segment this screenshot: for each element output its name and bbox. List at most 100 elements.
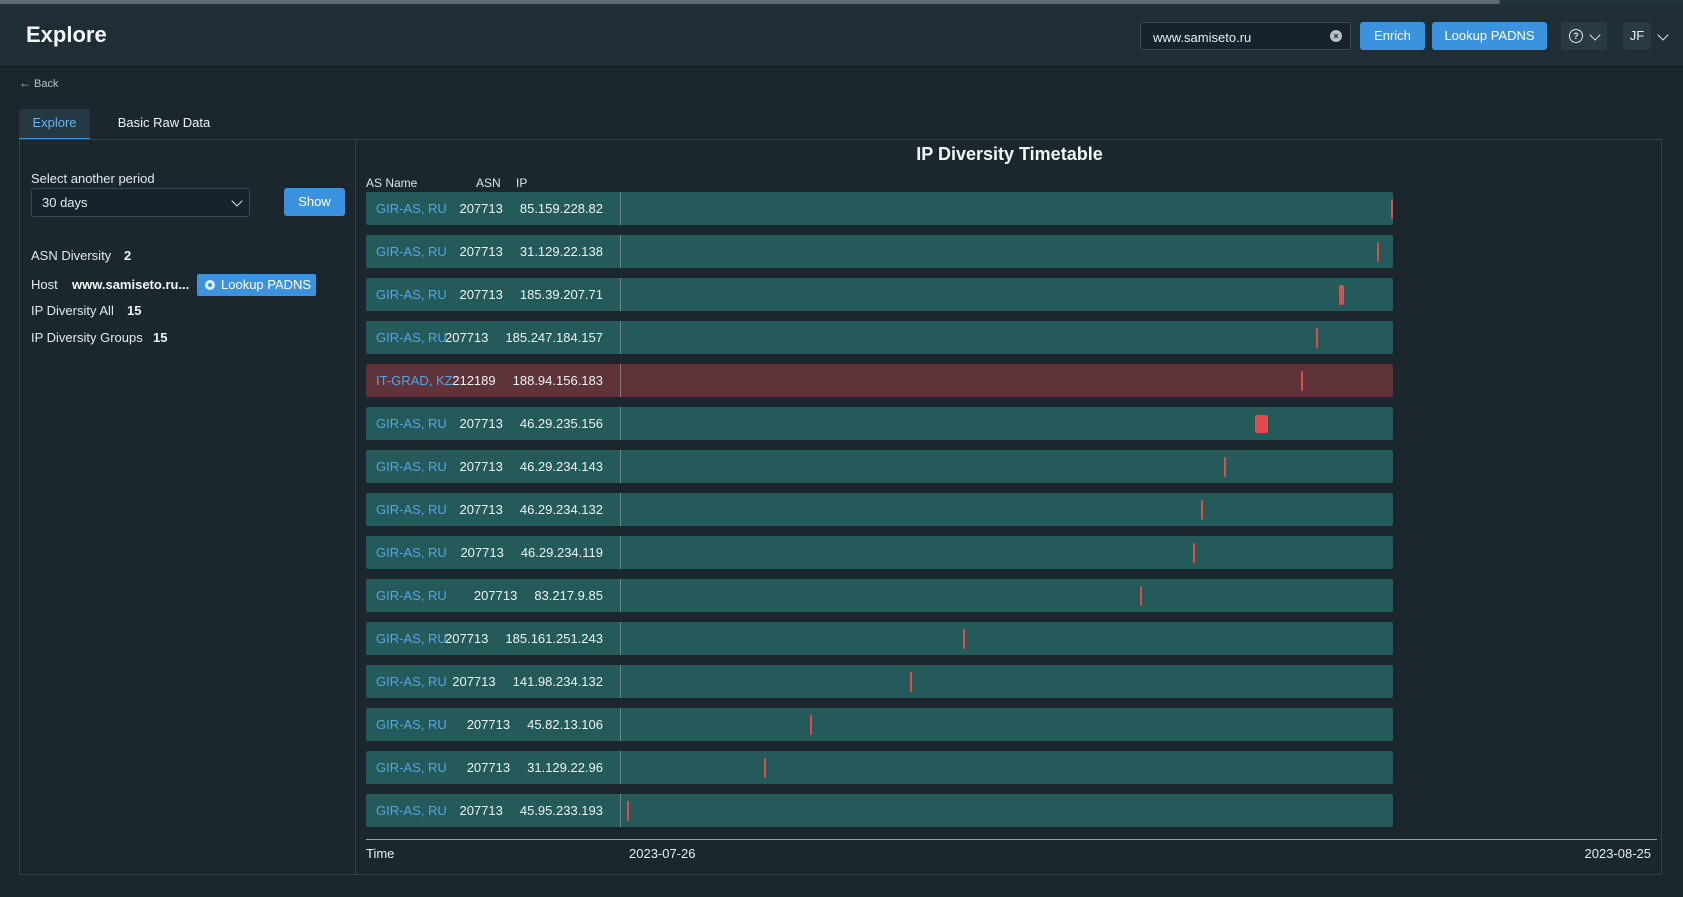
asn-cell: 207713 bbox=[473, 588, 518, 603]
activity-mark[interactable] bbox=[1338, 284, 1344, 305]
activity-mark[interactable] bbox=[1300, 370, 1303, 391]
period-select[interactable]: 30 days bbox=[31, 188, 250, 217]
as-name-link[interactable]: GIR-AS, RU bbox=[376, 545, 447, 560]
ip-cell: 45.82.13.106 bbox=[527, 717, 603, 732]
as-name-link[interactable]: GIR-AS, RU bbox=[376, 803, 447, 818]
activity-mark[interactable] bbox=[909, 671, 912, 692]
ip-cell: 31.129.22.138 bbox=[519, 244, 603, 259]
activity-mark[interactable] bbox=[1391, 198, 1393, 219]
table-row[interactable]: GIR-AS, RU 207713 46.29.235.156 bbox=[366, 407, 1393, 440]
filter-panel: Select another period 30 days Show ASN D… bbox=[19, 139, 355, 875]
activity-mark[interactable] bbox=[809, 714, 812, 735]
table-row[interactable]: GIR-AS, RU 207713 185.247.184.157 bbox=[366, 321, 1393, 354]
col-header-as-name: AS Name bbox=[366, 176, 418, 190]
as-name-link[interactable]: GIR-AS, RU bbox=[376, 416, 447, 431]
as-name-link[interactable]: GIR-AS, RU bbox=[376, 287, 447, 302]
ip-cell: 188.94.156.183 bbox=[512, 373, 603, 388]
table-row[interactable]: GIR-AS, RU 207713 31.129.22.96 bbox=[366, 751, 1393, 784]
as-name-link[interactable]: GIR-AS, RU bbox=[376, 201, 447, 216]
ip-cell: 185.161.251.243 bbox=[505, 631, 603, 646]
as-name-link[interactable]: IT-GRAD, KZ bbox=[376, 373, 453, 388]
table-row[interactable]: GIR-AS, RU 207713 31.129.22.138 bbox=[366, 235, 1393, 268]
asn-cell: 207713 bbox=[466, 717, 511, 732]
host-label: Host bbox=[31, 277, 58, 292]
table-row[interactable]: GIR-AS, RU 207713 46.29.234.119 bbox=[366, 536, 1393, 569]
asn-cell: 207713 bbox=[459, 502, 503, 517]
search-field[interactable]: × bbox=[1140, 22, 1351, 50]
activity-mark[interactable] bbox=[1316, 327, 1319, 348]
help-icon: ? bbox=[1569, 29, 1583, 43]
table-row[interactable]: GIR-AS, RU 207713 185.161.251.243 bbox=[366, 622, 1393, 655]
asn-cell: 207713 bbox=[466, 760, 511, 775]
timetable-panel: IP Diversity Timetable AS Name ASN IP GI… bbox=[355, 139, 1662, 875]
period-select-value: 30 days bbox=[42, 195, 88, 210]
host-value: www.samiseto.ru... bbox=[72, 277, 190, 292]
activity-mark[interactable] bbox=[1376, 241, 1379, 262]
track-start-divider bbox=[620, 450, 621, 483]
asn-diversity-value: 2 bbox=[124, 248, 132, 263]
activity-mark[interactable] bbox=[962, 628, 965, 649]
col-header-ip: IP bbox=[516, 176, 528, 190]
track-start-divider bbox=[620, 278, 621, 311]
enrich-button[interactable]: Enrich bbox=[1360, 22, 1425, 50]
back-link[interactable]: ← Back bbox=[19, 76, 58, 90]
ip-cell: 85.159.228.82 bbox=[519, 201, 603, 216]
tab-basic-raw-data[interactable]: Basic Raw Data bbox=[104, 109, 224, 138]
activity-mark[interactable] bbox=[627, 800, 629, 821]
search-input[interactable] bbox=[1151, 27, 1325, 47]
table-row[interactable]: GIR-AS, RU 207713 185.39.207.71 bbox=[366, 278, 1393, 311]
chevron-down-icon bbox=[1589, 29, 1601, 41]
period-label: Select another period bbox=[31, 171, 155, 186]
ip-cell: 46.29.234.119 bbox=[520, 545, 603, 560]
clear-icon[interactable]: × bbox=[1330, 30, 1342, 42]
user-menu-chevron-icon[interactable] bbox=[1657, 29, 1669, 41]
asn-diversity-label: ASN Diversity bbox=[31, 248, 112, 263]
as-name-link[interactable]: GIR-AS, RU bbox=[376, 760, 447, 775]
asn-cell: 207713 bbox=[459, 416, 503, 431]
tab-explore[interactable]: Explore bbox=[19, 109, 90, 140]
activity-mark[interactable] bbox=[1255, 414, 1269, 433]
activity-mark[interactable] bbox=[1192, 542, 1195, 563]
table-row[interactable]: IT-GRAD, KZ 212189 188.94.156.183 bbox=[366, 364, 1393, 397]
table-row[interactable]: GIR-AS, RU 207713 45.82.13.106 bbox=[366, 708, 1393, 741]
as-name-link[interactable]: GIR-AS, RU bbox=[376, 717, 447, 732]
ip-cell: 46.29.234.143 bbox=[519, 459, 603, 474]
asn-cell: 207713 bbox=[452, 674, 496, 689]
end-date-label: 2023-08-25 bbox=[1584, 846, 1652, 861]
as-name-link[interactable]: GIR-AS, RU bbox=[376, 588, 447, 603]
app-header: Explore × Enrich Lookup PADNS ? JF bbox=[0, 6, 1683, 67]
track-start-divider bbox=[620, 321, 621, 354]
asn-cell: 207713 bbox=[459, 244, 503, 259]
activity-mark[interactable] bbox=[1223, 456, 1226, 477]
asn-cell: 207713 bbox=[459, 803, 503, 818]
activity-mark[interactable] bbox=[763, 757, 766, 778]
as-name-link[interactable]: GIR-AS, RU bbox=[376, 674, 447, 689]
ip-cell: 46.29.235.156 bbox=[519, 416, 603, 431]
as-name-link[interactable]: GIR-AS, RU bbox=[376, 502, 447, 517]
as-name-link[interactable]: GIR-AS, RU bbox=[376, 631, 447, 646]
as-name-link[interactable]: GIR-AS, RU bbox=[376, 244, 447, 259]
table-row[interactable]: GIR-AS, RU 207713 141.98.234.132 bbox=[366, 665, 1393, 698]
track-start-divider bbox=[620, 751, 621, 784]
lookup-padns-button[interactable]: Lookup PADNS bbox=[1432, 22, 1547, 50]
activity-mark[interactable] bbox=[1200, 499, 1203, 520]
as-name-link[interactable]: GIR-AS, RU bbox=[376, 459, 447, 474]
ip-cell: 31.129.22.96 bbox=[527, 760, 603, 775]
show-button[interactable]: Show bbox=[284, 188, 345, 216]
table-row[interactable]: GIR-AS, RU 207713 83.217.9.85 bbox=[366, 579, 1393, 612]
ip-diversity-all-value: 15 bbox=[127, 303, 142, 318]
time-axis-label: Time bbox=[366, 846, 395, 861]
time-axis bbox=[366, 839, 1657, 840]
asn-cell: 212189 bbox=[452, 373, 496, 388]
as-name-link[interactable]: GIR-AS, RU bbox=[376, 330, 447, 345]
help-menu-button[interactable]: ? bbox=[1561, 22, 1607, 50]
table-row[interactable]: GIR-AS, RU 207713 46.29.234.132 bbox=[366, 493, 1393, 526]
host-lookup-padns-button[interactable]: Lookup PADNS bbox=[197, 274, 316, 296]
table-row[interactable]: GIR-AS, RU 207713 46.29.234.143 bbox=[366, 450, 1393, 483]
table-row[interactable]: GIR-AS, RU 207713 45.95.233.193 bbox=[366, 794, 1393, 827]
asn-cell: 207713 bbox=[459, 287, 503, 302]
activity-mark[interactable] bbox=[1139, 585, 1142, 606]
user-avatar[interactable]: JF bbox=[1623, 22, 1651, 50]
ip-diversity-all-label: IP Diversity All bbox=[31, 303, 114, 318]
table-row[interactable]: GIR-AS, RU 207713 85.159.228.82 bbox=[366, 192, 1393, 225]
